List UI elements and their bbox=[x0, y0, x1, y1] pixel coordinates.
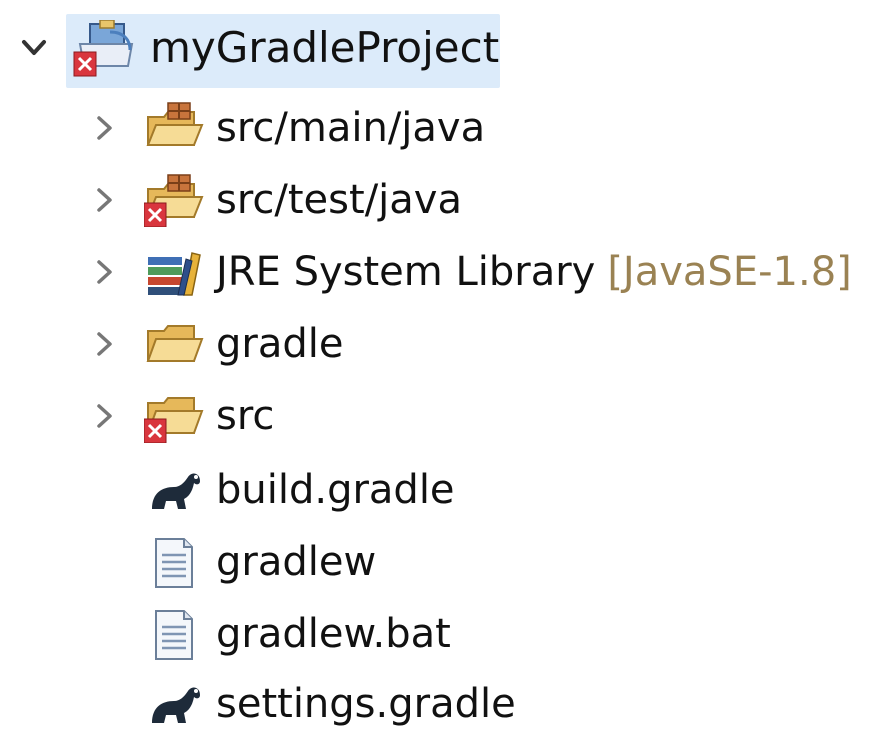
source-folder-icon bbox=[144, 101, 204, 155]
chevron-right-icon[interactable] bbox=[90, 258, 118, 286]
chevron-right-icon[interactable] bbox=[90, 402, 118, 430]
tree-item-label: JRE System Library [JavaSE-1.8] bbox=[216, 240, 852, 304]
tree-item-label: settings.gradle bbox=[216, 681, 516, 727]
tree-item-label: myGradleProject bbox=[150, 23, 500, 72]
tree-item-label: gradlew bbox=[216, 539, 377, 585]
jre-library-name: JRE System Library bbox=[216, 249, 596, 295]
tree-item-label: src bbox=[216, 393, 275, 439]
project-explorer-tree: myGradleProject src/main/java src/test/j… bbox=[0, 0, 876, 732]
text-file-icon bbox=[144, 607, 204, 661]
tree-item-label: gradlew.bat bbox=[216, 611, 451, 657]
tree-item-label: src/test/java bbox=[216, 177, 462, 223]
gradle-file-icon bbox=[144, 677, 204, 731]
gradle-project-error-icon bbox=[70, 19, 142, 80]
tree-item-label: build.gradle bbox=[216, 467, 455, 513]
chevron-right-icon[interactable] bbox=[90, 330, 118, 358]
source-folder-error-icon bbox=[143, 173, 204, 228]
text-file-icon bbox=[144, 535, 204, 589]
chevron-down-icon[interactable] bbox=[20, 34, 48, 62]
jre-version-decoration: [JavaSE-1.8] bbox=[607, 249, 852, 295]
library-icon bbox=[144, 245, 204, 299]
folder-error-icon bbox=[143, 389, 204, 444]
tree-item-myGradleProject[interactable]: myGradleProject bbox=[0, 16, 520, 80]
chevron-right-icon[interactable] bbox=[90, 186, 118, 214]
chevron-right-icon[interactable] bbox=[90, 114, 118, 142]
folder-icon bbox=[144, 317, 204, 371]
tree-item-label: src/main/java bbox=[216, 105, 486, 151]
gradle-file-icon bbox=[144, 463, 204, 517]
tree-item-label: gradle bbox=[216, 321, 344, 367]
